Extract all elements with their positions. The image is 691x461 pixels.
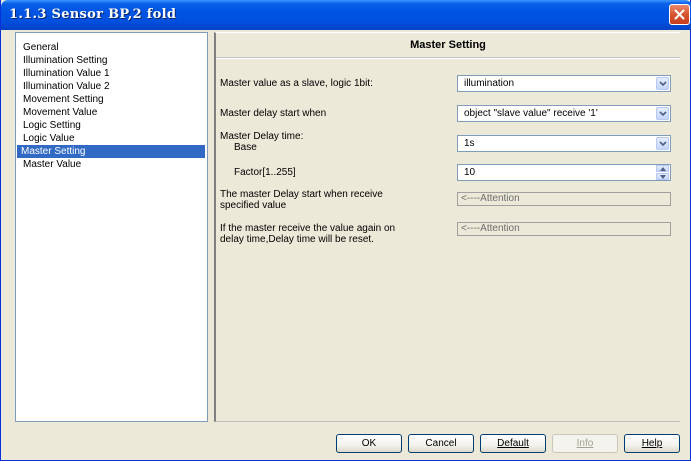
master-value-dropdown-button[interactable] [656, 77, 669, 90]
delay-start-select[interactable]: object "slave value" receive '1' [457, 105, 671, 122]
master-value-selected: illumination [464, 78, 515, 89]
close-icon [674, 9, 685, 20]
sidebar-item-general[interactable]: General [19, 41, 63, 54]
sidebar-item-logic-value[interactable]: Logic Value [19, 132, 79, 145]
delay-time-label: Master Delay time: [220, 131, 304, 142]
parameter-tree: General Illumination Setting Illuminatio… [15, 32, 208, 422]
factor-value: 10 [464, 167, 476, 178]
default-button[interactable]: Default [480, 434, 546, 453]
ok-button[interactable]: OK [336, 434, 402, 453]
help-button[interactable]: Help [624, 434, 680, 453]
master-value-select[interactable]: illumination [457, 75, 671, 92]
chevron-down-icon [659, 141, 667, 147]
sidebar-item-illumination-value-1[interactable]: Illumination Value 1 [19, 67, 114, 80]
sidebar-item-movement-setting[interactable]: Movement Setting [19, 93, 108, 106]
chevron-down-icon [659, 81, 667, 87]
base-label: Base [234, 142, 257, 153]
info-button-label: Info [576, 438, 594, 449]
dialog-window: 1.1.3 Sensor BP,2 fold General Illuminat… [0, 0, 691, 461]
base-dropdown-button[interactable] [656, 137, 669, 150]
parameter-panel: Master Setting Master value as a slave, … [214, 32, 680, 422]
window-title: 1.1.3 Sensor BP,2 fold [9, 7, 177, 22]
spin-down-icon [660, 175, 666, 179]
sidebar-item-movement-value[interactable]: Movement Value [19, 106, 101, 119]
sidebar-item-logic-setting[interactable]: Logic Setting [19, 119, 85, 132]
attention1-field: <----Attention [457, 192, 671, 206]
sidebar-item-master-value[interactable]: Master Value [19, 158, 85, 171]
attention2-field: <----Attention [457, 222, 671, 236]
attention1-label-line2: specified value [220, 200, 287, 211]
spin-up-icon [660, 167, 666, 171]
factor-decrement-button[interactable] [656, 173, 669, 180]
factor-label: Factor[1..255] [234, 167, 296, 178]
delay-start-selected: object "slave value" receive '1' [464, 108, 598, 119]
delay-start-label: Master delay start when [220, 108, 327, 119]
attention2-value: <----Attention [461, 223, 520, 234]
base-selected: 1s [464, 138, 475, 149]
attention1-value: <----Attention [461, 193, 520, 204]
title-bar[interactable]: 1.1.3 Sensor BP,2 fold [1, 0, 691, 30]
page-title: Master Setting [410, 39, 486, 51]
title-divider [216, 58, 680, 59]
base-select[interactable]: 1s [457, 135, 671, 152]
master-value-label: Master value as a slave, logic 1bit: [220, 78, 373, 89]
factor-increment-button[interactable] [656, 165, 669, 172]
close-button[interactable] [669, 4, 690, 25]
sidebar-item-illumination-setting[interactable]: Illumination Setting [19, 54, 112, 67]
attention2-label-line2: delay time,Delay time will be reset. [220, 234, 374, 245]
factor-stepper[interactable]: 10 [457, 164, 671, 181]
sidebar-item-master-setting[interactable]: Master Setting [17, 145, 205, 158]
chevron-down-icon [659, 111, 667, 117]
help-button-label: Help [641, 438, 663, 449]
default-button-label: Default [497, 438, 529, 449]
info-button: Info [552, 434, 618, 453]
cancel-button[interactable]: Cancel [408, 434, 474, 453]
delay-start-dropdown-button[interactable] [656, 107, 669, 120]
sidebar-item-illumination-value-2[interactable]: Illumination Value 2 [19, 80, 114, 93]
